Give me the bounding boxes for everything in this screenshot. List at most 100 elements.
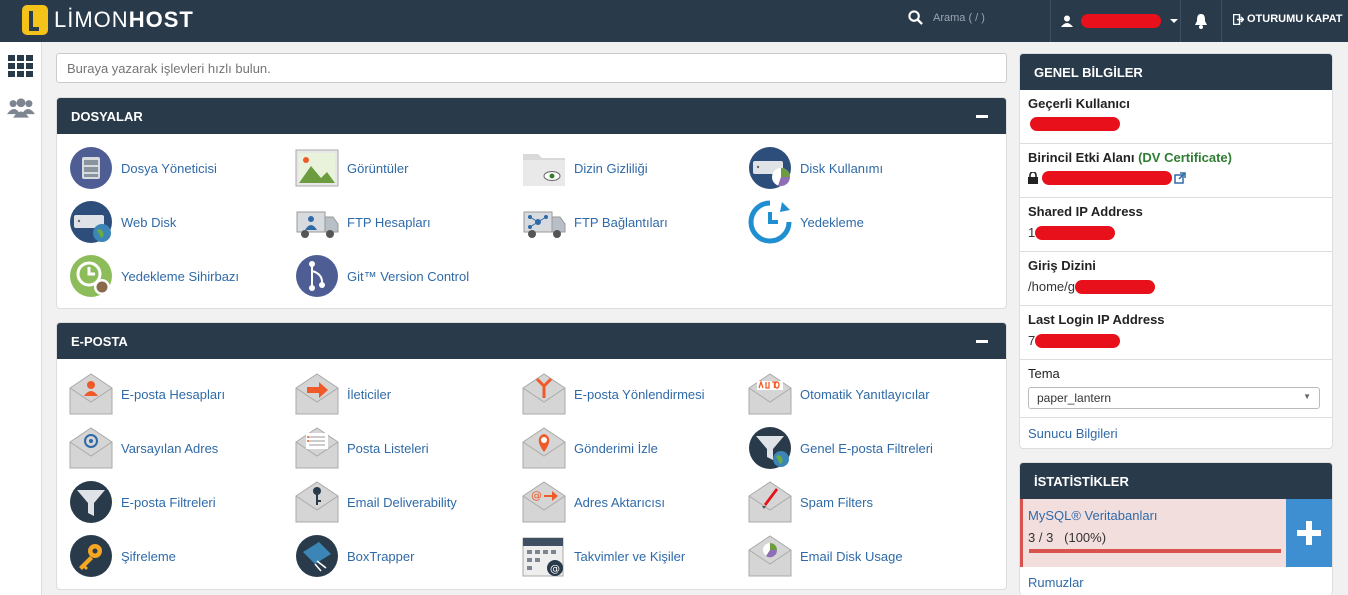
email-filters-link[interactable]: E-posta Filtreleri	[69, 480, 289, 524]
images-link[interactable]: Görüntüler	[295, 146, 515, 190]
shared-ip-row: Shared IP Address 1	[1020, 198, 1332, 252]
lock-icon	[1028, 172, 1038, 184]
quick-search-input[interactable]	[56, 53, 1007, 83]
logout-button[interactable]: OTURUMU KAPAT	[1233, 13, 1343, 25]
external-link-icon[interactable]	[1174, 172, 1186, 184]
spam-filters-icon	[748, 481, 792, 523]
server-info-row: Sunucu Bilgileri	[1020, 418, 1332, 448]
caret-down-icon	[1170, 19, 1178, 23]
current-user-row: Geçerli Kullanıcı	[1020, 90, 1332, 144]
files-panel-header[interactable]: DOSYALAR	[57, 98, 1006, 134]
autoresponders-link[interactable]: Otomatik Yanıtlayıcılar	[748, 372, 968, 416]
track-delivery-link[interactable]: Gönderimi İzle	[522, 426, 742, 470]
calendars-contacts-link[interactable]: @ Takvimler ve Kişiler	[522, 534, 742, 578]
git-version-control-link[interactable]: Git™ Version Control	[295, 254, 515, 298]
collapse-icon[interactable]	[976, 114, 988, 118]
general-info-title: GENEL BİLGİLER	[1020, 54, 1332, 90]
directory-privacy-link[interactable]: Dizin Gizliliği	[522, 146, 742, 190]
forwarders-icon	[295, 373, 339, 415]
encryption-link[interactable]: Şifreleme	[69, 534, 289, 578]
notifications-button[interactable]	[1180, 0, 1222, 42]
home-grid-button[interactable]	[7, 52, 35, 80]
git-icon	[296, 255, 338, 297]
default-address-icon	[69, 427, 113, 469]
web-disk-link[interactable]: Web Disk	[69, 200, 289, 244]
collapse-icon[interactable]	[976, 339, 988, 343]
files-panel: DOSYALAR Dosya Yöneticisi Görüntüler Diz…	[56, 97, 1007, 309]
bell-icon	[1195, 14, 1207, 29]
top-search[interactable]: Arama ( / )	[908, 10, 985, 25]
autoresponders-icon	[748, 373, 792, 415]
deliverability-icon	[295, 481, 339, 523]
email-panel-header[interactable]: E-POSTA	[57, 323, 1006, 359]
backup-wizard-link[interactable]: Yedekleme Sihirbazı	[69, 254, 289, 298]
spam-filters-link[interactable]: Spam Filters	[748, 480, 968, 524]
global-filters-link[interactable]: Genel E-posta Filtreleri	[748, 426, 968, 470]
brand-logo[interactable]: LİMONHOST	[22, 5, 194, 35]
file-manager-link[interactable]: Dosya Yöneticisi	[69, 146, 289, 190]
address-importer-link[interactable]: @ Adres Aktarıcısı	[522, 480, 742, 524]
email-routing-icon	[522, 373, 566, 415]
address-importer-icon: @	[522, 481, 566, 523]
left-rail	[0, 42, 42, 595]
redacted-current-user	[1030, 117, 1120, 131]
redacted-home-dir	[1074, 279, 1155, 294]
ftp-connections-link[interactable]: FTP Bağlantıları	[522, 200, 742, 244]
email-deliverability-link[interactable]: Email Deliverability	[295, 480, 515, 524]
email-accounts-icon	[69, 373, 113, 415]
brand-light: LİMON	[54, 7, 129, 32]
aliases-row: Rumuzlar	[1020, 567, 1332, 595]
backup-link[interactable]: Yedekleme	[748, 200, 968, 244]
logo-mark-icon	[22, 5, 48, 35]
user-icon	[1061, 15, 1073, 27]
global-filters-icon	[749, 427, 791, 469]
statistics-panel: İSTATİSTİKLER MySQL® Veritabanları 3 / 3…	[1019, 462, 1333, 595]
disk-usage-link[interactable]: Disk Kullanımı	[748, 146, 968, 190]
mysql-stat: MySQL® Veritabanları 3 / 3 (100%)	[1020, 499, 1332, 567]
home-directory-row: Giriş Dizini /home/g	[1020, 252, 1332, 306]
images-icon	[295, 149, 339, 187]
aliases-link[interactable]: Rumuzlar	[1028, 575, 1084, 590]
redacted-last-login	[1035, 333, 1121, 348]
svg-text:@: @	[531, 489, 542, 502]
primary-domain-row: Birincil Etki Alanı (DV Certificate)	[1020, 144, 1332, 198]
ftp-accounts-link[interactable]: FTP Hesapları	[295, 200, 515, 244]
ftp-accounts-icon	[296, 211, 339, 238]
default-address-link[interactable]: Varsayılan Adres	[69, 426, 289, 470]
backup-icon	[748, 200, 792, 244]
add-database-button[interactable]	[1286, 499, 1332, 567]
ftp-connections-icon	[523, 211, 566, 238]
redacted-username	[1081, 14, 1161, 28]
email-disk-usage-icon	[748, 535, 792, 577]
user-menu[interactable]	[1050, 0, 1180, 42]
disk-usage-icon	[749, 147, 791, 189]
plus-icon	[1297, 521, 1321, 545]
boxtrapper-link[interactable]: BoxTrapper	[295, 534, 515, 578]
email-panel: E-POSTA E-posta Hesapları İleticiler E-p…	[56, 322, 1007, 590]
email-accounts-link[interactable]: E-posta Hesapları	[69, 372, 289, 416]
theme-row: Tema paper_lantern	[1020, 360, 1332, 418]
statistics-title: İSTATİSTİKLER	[1020, 463, 1332, 499]
server-info-link[interactable]: Sunucu Bilgileri	[1028, 426, 1118, 441]
logout-label: OTURUMU KAPAT	[1247, 13, 1343, 25]
logout-icon	[1233, 13, 1244, 25]
email-routing-link[interactable]: E-posta Yönlendirmesi	[522, 372, 742, 416]
web-disk-icon	[70, 201, 112, 243]
search-hint: Arama ( / )	[933, 11, 985, 24]
file-manager-icon	[70, 147, 112, 189]
email-disk-usage-link[interactable]: Email Disk Usage	[748, 534, 968, 578]
users-button[interactable]	[7, 94, 35, 122]
grid-icon	[8, 55, 33, 77]
track-delivery-icon	[522, 427, 566, 469]
redacted-domain	[1042, 171, 1172, 185]
users-icon	[7, 98, 35, 118]
calendars-icon: @	[522, 537, 564, 577]
theme-select[interactable]: paper_lantern	[1028, 387, 1320, 409]
dv-certificate-label[interactable]: DV Certificate	[1142, 150, 1227, 165]
redacted-ip	[1035, 225, 1116, 240]
backup-wizard-icon	[70, 255, 112, 297]
files-panel-title: DOSYALAR	[71, 108, 143, 124]
forwarders-link[interactable]: İleticiler	[295, 372, 515, 416]
mailing-lists-link[interactable]: Posta Listeleri	[295, 426, 515, 470]
brand-bold: HOST	[128, 7, 194, 32]
